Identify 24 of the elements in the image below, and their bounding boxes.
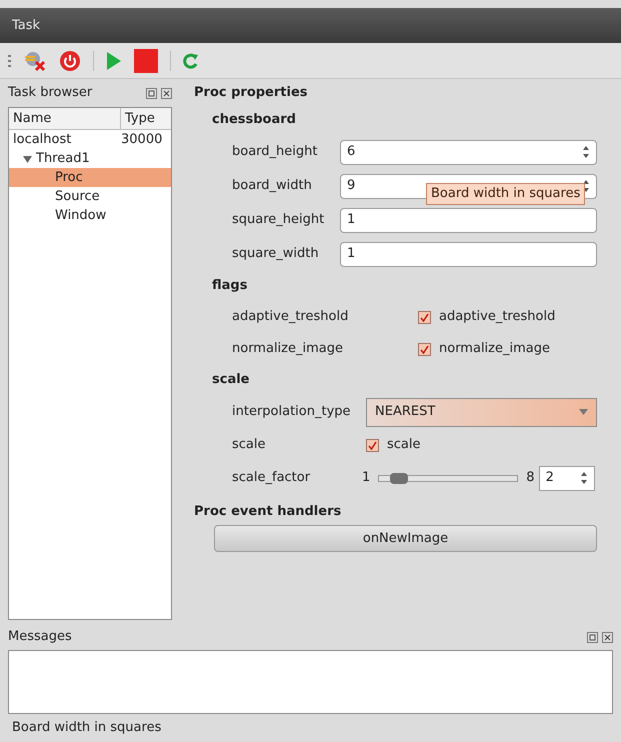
property-label: square_height [232, 211, 326, 230]
section-title: Proc event handlers [194, 503, 342, 522]
property-label: board_width [232, 177, 313, 196]
section-title: Proc properties [194, 84, 309, 102]
window-title: Task [12, 16, 40, 35]
property-label: adaptive_treshold [232, 308, 350, 326]
group-title: flags [211, 277, 248, 296]
panel-title: Messages [8, 628, 72, 646]
property-label: scale_factor [232, 469, 312, 488]
property-label: square_width [232, 245, 320, 264]
tooltip: Board width in squares [426, 183, 586, 204]
group-title: scale [211, 371, 250, 390]
panel-title: Task browser [8, 84, 92, 102]
checkbox-label: adaptive_treshold [439, 308, 556, 326]
slider-min: 1 [362, 469, 370, 488]
checkbox-label: normalize_image [439, 340, 550, 358]
slider-max: 8 [526, 469, 535, 488]
group-title: chessboard [211, 111, 297, 130]
property-label: scale [232, 436, 266, 454]
status-text: Board width in squares [12, 719, 162, 738]
checkbox-label: scale [387, 436, 420, 454]
property-label: board_height [232, 143, 318, 162]
property-label: normalize_image [232, 340, 344, 358]
property-label: interpolation_type [232, 403, 352, 422]
